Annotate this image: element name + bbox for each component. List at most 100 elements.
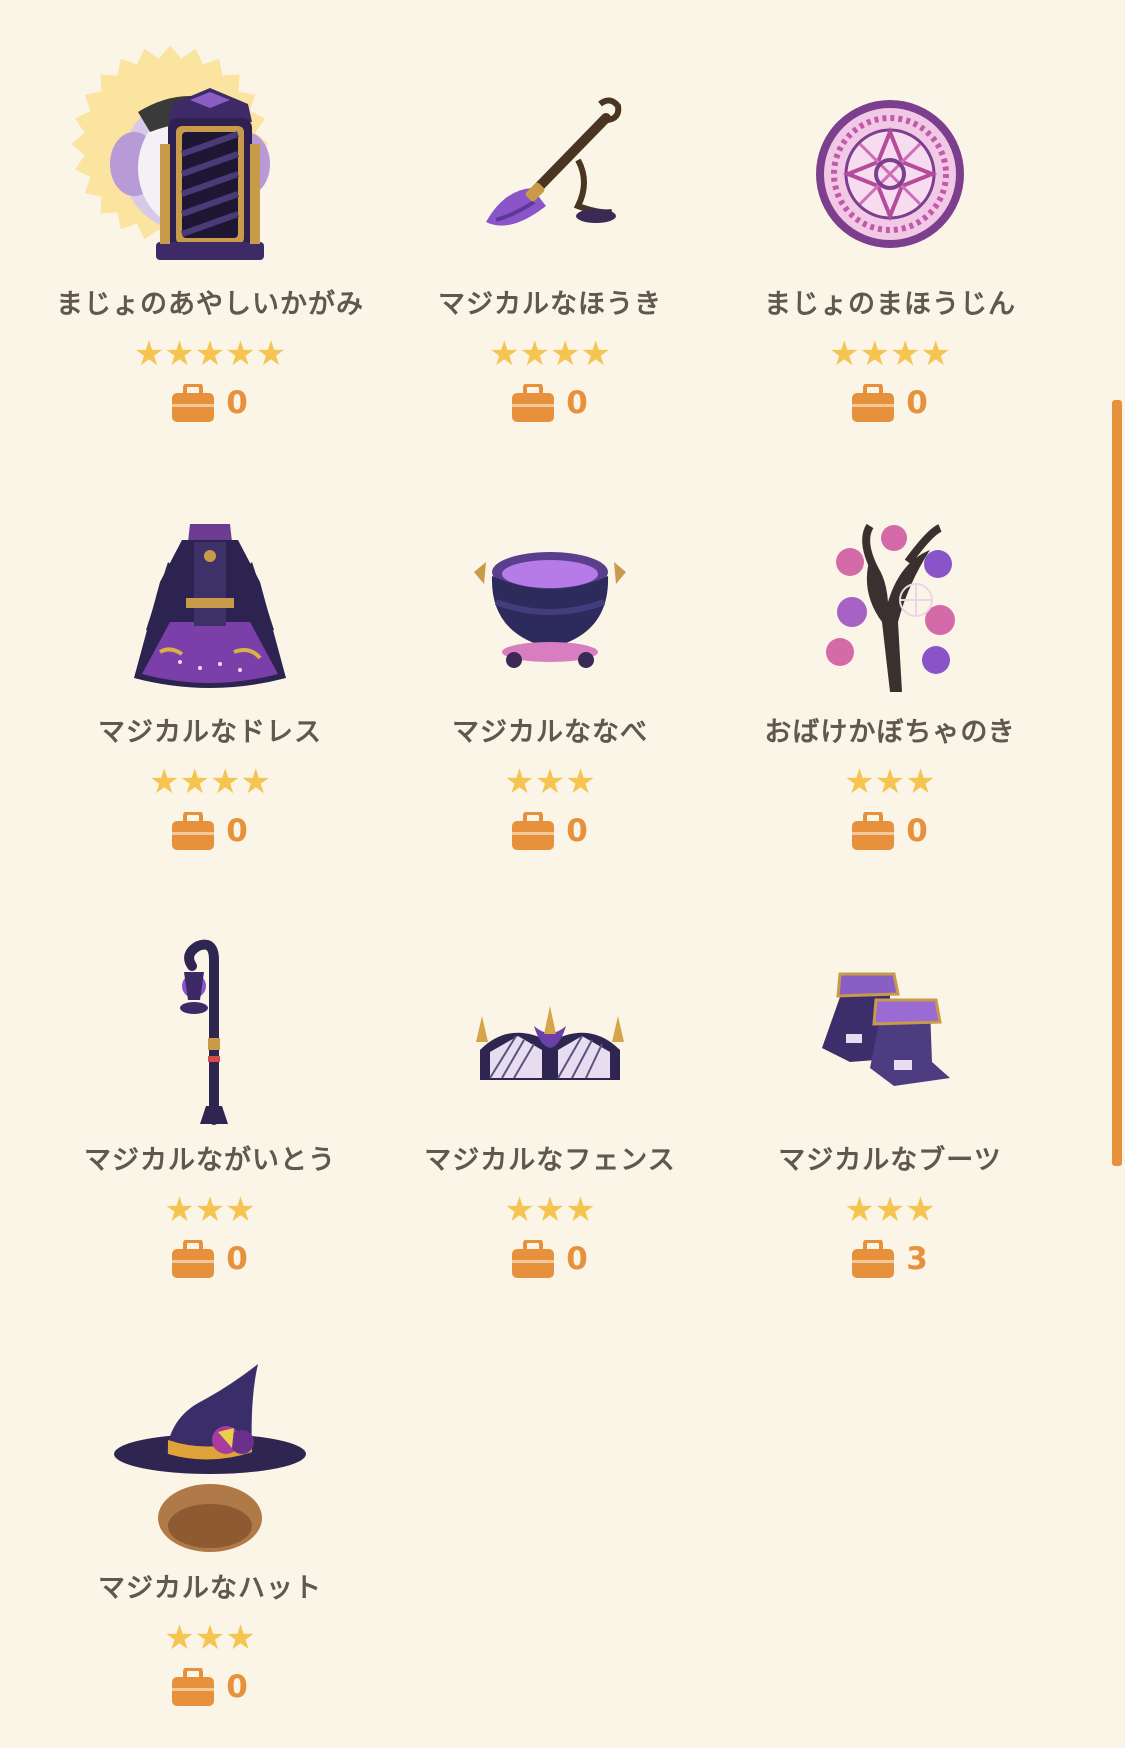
star-icon: ★ [874, 762, 906, 802]
item-name: まじょのまほうじん [764, 289, 1016, 320]
star-icon: ★ [164, 334, 195, 374]
star-rating: ★★★★★ [40, 336, 380, 372]
count-value: 0 [566, 1241, 588, 1277]
owned-count: 0 [380, 811, 720, 850]
star-icon: ★ [565, 1190, 596, 1230]
bag-icon [512, 383, 555, 422]
magic-circle-icon [790, 74, 990, 274]
star-rating: ★★★★ [720, 336, 1060, 372]
star-icon: ★ [255, 334, 287, 374]
star-icon: ★ [920, 334, 951, 374]
item-card[interactable]: まじょのまほうじん ★★★★ 0 [720, 44, 1060, 464]
item-name: マジカルなほうき [438, 289, 662, 320]
star-icon: ★ [194, 1618, 226, 1658]
owned-count: 0 [40, 811, 380, 850]
star-rating: ★★★ [40, 1620, 380, 1656]
magic-hat-icon [110, 1358, 310, 1558]
item-card[interactable]: マジカルなハット ★★★ 0 [40, 1328, 380, 1748]
star-icon: ★ [194, 1190, 226, 1230]
star-icon: ★ [844, 762, 875, 802]
owned-count: 0 [40, 383, 380, 422]
star-icon: ★ [874, 1190, 906, 1230]
item-card[interactable]: マジカルながいとう ★★★ 0 [40, 900, 380, 1320]
item-name: マジカルなフェンス [424, 1145, 676, 1176]
item-card[interactable]: マジカルなフェンス ★★★ 0 [380, 900, 720, 1320]
magic-boots-icon [790, 930, 990, 1130]
star-rating: ★★★ [380, 764, 720, 800]
star-icon: ★ [210, 762, 241, 802]
star-rating: ★★★ [720, 1192, 1060, 1228]
item-card[interactable]: まじょのあやしいかがみ ★★★★★ 0 [40, 44, 380, 464]
owned-count: 0 [380, 1239, 720, 1278]
star-icon: ★ [225, 1190, 256, 1230]
bag-icon [512, 1239, 555, 1278]
count-value: 0 [566, 385, 588, 421]
count-value: 0 [566, 813, 588, 849]
bag-icon [172, 811, 215, 850]
bag-icon [172, 383, 215, 422]
bag-icon [852, 1239, 895, 1278]
owned-count: 0 [40, 1667, 380, 1706]
item-name: マジカルながいとう [84, 1145, 336, 1176]
star-icon: ★ [164, 1190, 195, 1230]
owned-count: 3 [720, 1239, 1060, 1278]
count-value: 0 [906, 813, 928, 849]
witch-mirror-icon [71, 45, 310, 274]
star-rating: ★★★ [720, 764, 1060, 800]
star-icon: ★ [859, 334, 890, 374]
star-icon: ★ [225, 1618, 256, 1658]
item-card[interactable]: マジカルななべ ★★★ 0 [380, 472, 720, 892]
star-icon: ★ [905, 762, 936, 802]
star-rating: ★★★ [40, 1192, 380, 1228]
item-name: マジカルなドレス [98, 717, 322, 748]
star-icon: ★ [194, 334, 226, 374]
count-value: 3 [906, 1241, 928, 1277]
owned-count: 0 [40, 1239, 380, 1278]
scrollbar[interactable] [1112, 400, 1122, 1166]
star-icon: ★ [519, 334, 550, 374]
item-card[interactable]: マジカルなほうき ★★★★ 0 [380, 44, 720, 464]
star-icon: ★ [905, 1190, 936, 1230]
item-grid: まじょのあやしいかがみ ★★★★★ 0 マジカルなほうき ★★★★ 0 まじょのまほうじ… [0, 0, 1125, 1706]
star-icon: ★ [534, 762, 566, 802]
count-value: 0 [226, 1669, 248, 1705]
magic-cauldron-icon [450, 502, 650, 702]
star-icon: ★ [179, 762, 210, 802]
item-card[interactable]: マジカルなドレス ★★★★ 0 [40, 472, 380, 892]
count-value: 0 [226, 385, 248, 421]
item-name: まじょのあやしいかがみ [56, 289, 364, 320]
star-icon: ★ [890, 334, 921, 374]
bag-icon [852, 383, 895, 422]
star-rating: ★★★★ [40, 764, 380, 800]
star-icon: ★ [225, 334, 256, 374]
star-rating: ★★★★ [380, 336, 720, 372]
magic-broom-icon [450, 74, 650, 274]
star-icon: ★ [164, 1618, 195, 1658]
count-value: 0 [906, 385, 928, 421]
star-icon: ★ [550, 334, 581, 374]
star-icon: ★ [504, 762, 535, 802]
count-value: 0 [226, 1241, 248, 1277]
item-name: マジカルなブーツ [778, 1145, 1002, 1176]
star-icon: ★ [149, 762, 180, 802]
bag-icon [172, 1667, 215, 1706]
bag-icon [852, 811, 895, 850]
item-name: おばけかぼちゃのき [764, 717, 1016, 748]
bag-icon [172, 1239, 215, 1278]
star-icon: ★ [504, 1190, 535, 1230]
star-icon: ★ [534, 1190, 566, 1230]
item-card[interactable]: マジカルなブーツ ★★★ 3 [720, 900, 1060, 1320]
owned-count: 0 [380, 383, 720, 422]
star-icon: ★ [133, 334, 165, 374]
ghost-pumpkin-tree-icon [790, 502, 990, 702]
item-name: マジカルなハット [98, 1573, 322, 1604]
star-icon: ★ [240, 762, 271, 802]
owned-count: 0 [720, 383, 1060, 422]
owned-count: 0 [720, 811, 1060, 850]
count-value: 0 [226, 813, 248, 849]
magic-streetlamp-icon [110, 930, 310, 1130]
star-rating: ★★★ [380, 1192, 720, 1228]
star-icon: ★ [580, 334, 611, 374]
star-icon: ★ [565, 762, 596, 802]
item-card[interactable]: おばけかぼちゃのき ★★★ 0 [720, 472, 1060, 892]
